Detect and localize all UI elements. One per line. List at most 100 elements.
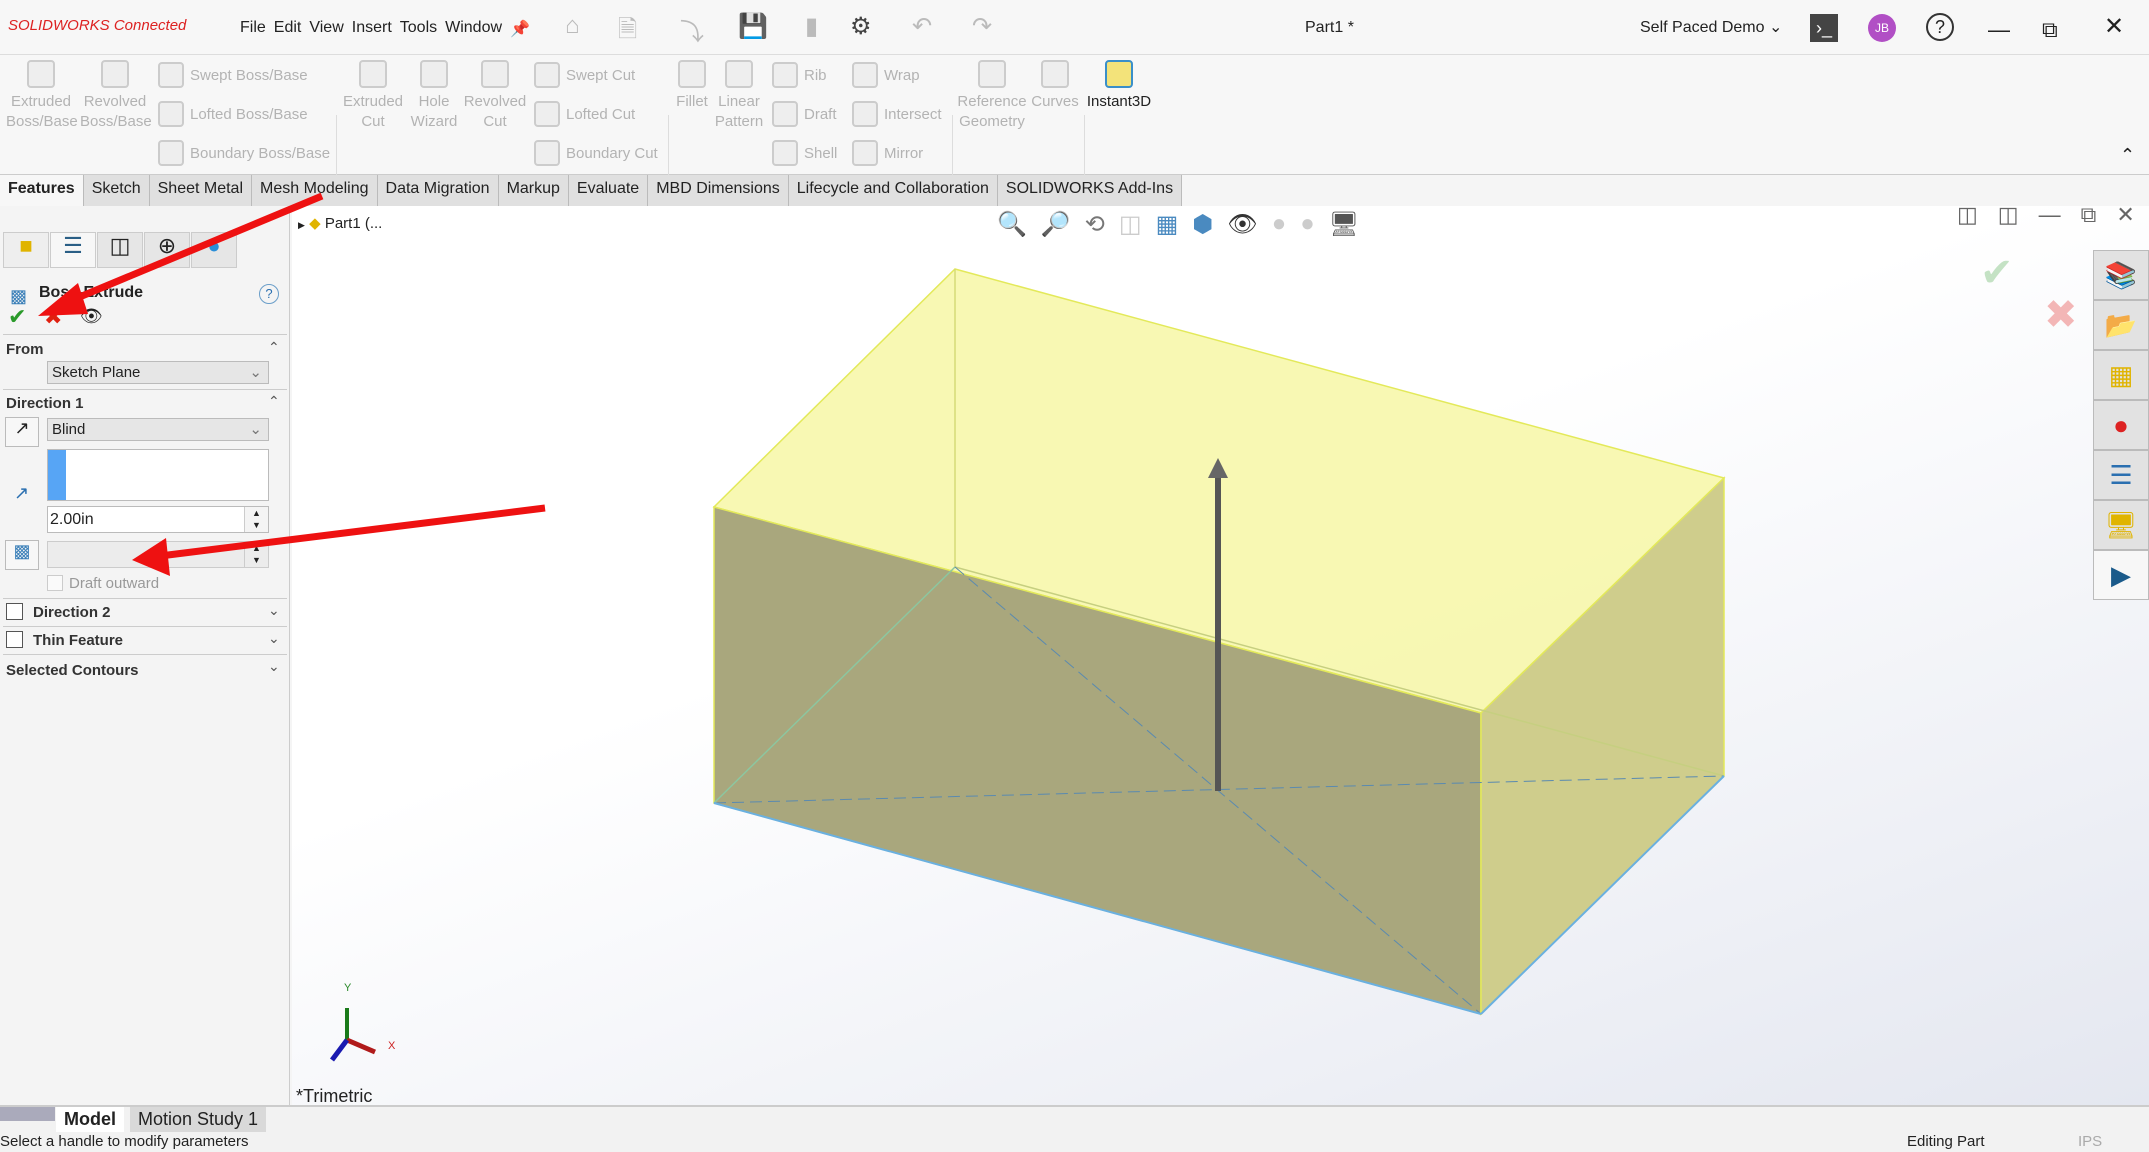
menu-window[interactable]: Window [445, 19, 502, 39]
new-document-icon[interactable]: 🗎 [618, 12, 637, 53]
graphics-area[interactable]: ▶ ◆ Part1 (... 🔍 🔎 ⟲ ◫ ▦ ⬢ 👁 ● ● 🖥 ◫ ◫ —… [292, 202, 2149, 1106]
task-pane-file-explorer-tab[interactable]: ▦ [2093, 350, 2149, 400]
draft-angle-input[interactable]: ▲ ▼ [47, 541, 269, 568]
view-settings-icon[interactable]: 🖥 [1329, 210, 1359, 239]
wrap-button[interactable]: Wrap [852, 62, 920, 88]
collapse-ribbon-icon[interactable]: ⌃ [2120, 145, 2135, 166]
units-selector[interactable]: IPS [2078, 1133, 2102, 1150]
solidworks-logo[interactable]: SOLIDWORKS Connected [8, 17, 186, 34]
reference-geometry-button[interactable]: Reference Geometry [954, 60, 1030, 132]
cancel-x-button[interactable]: ✖ [44, 304, 62, 330]
tab-addins[interactable]: SOLIDWORKS Add-Ins [997, 175, 1183, 206]
user-avatar[interactable]: JB [1868, 14, 1896, 42]
task-pane-3dexperience-tab[interactable]: 📚 [2093, 250, 2149, 300]
zoom-to-fit-icon[interactable]: 🔍 [997, 210, 1027, 239]
extruded-boss-button[interactable]: Extruded Boss/Base [6, 60, 78, 132]
tab-evaluate[interactable]: Evaluate [568, 175, 649, 206]
lofted-cut-button[interactable]: Lofted Cut [534, 101, 635, 127]
chevron-up-icon[interactable]: ⌃ [268, 393, 280, 410]
draft-outward-checkbox[interactable] [47, 575, 63, 591]
section-view-icon[interactable]: ◫ [1119, 210, 1142, 239]
redo-icon[interactable]: ↷ [972, 12, 992, 41]
ok-check-button[interactable]: ✔ [8, 304, 26, 330]
command-search-icon[interactable]: ›_ [1810, 14, 1838, 42]
swept-cut-button[interactable]: Swept Cut [534, 62, 635, 88]
menu-insert[interactable]: Insert [352, 19, 392, 39]
menu-tools[interactable]: Tools [400, 19, 437, 39]
direction2-section-header[interactable]: Direction 2 [33, 604, 111, 621]
draft-button[interactable]: Draft [772, 101, 837, 127]
menu-view[interactable]: View [309, 19, 343, 39]
end-condition-select[interactable]: Blind ⌄ [47, 418, 269, 441]
boundary-cut-button[interactable]: Boundary Cut [534, 140, 658, 166]
revolved-cut-button[interactable]: Revolved Cut [462, 60, 528, 132]
tab-data-migration[interactable]: Data Migration [377, 175, 499, 206]
restore-doc-icon[interactable]: ⧉ [2081, 202, 2097, 228]
feature-manager-tab[interactable]: ■ [3, 232, 49, 268]
task-pane-3d-navigation-tab[interactable]: ▶ [2093, 550, 2149, 600]
display-style-icon[interactable]: ⬢ [1192, 210, 1213, 239]
minimize-doc-icon[interactable]: — [2039, 202, 2061, 228]
tab-markup[interactable]: Markup [498, 175, 569, 206]
tab-motion-study[interactable]: Motion Study 1 [130, 1107, 267, 1132]
curves-button[interactable]: Curves [1030, 60, 1080, 112]
task-pane-design-library-tab[interactable]: 📂 [2093, 300, 2149, 350]
thin-feature-checkbox[interactable] [6, 631, 23, 648]
edit-appearance-icon[interactable]: ● [1272, 210, 1287, 239]
previous-view-icon[interactable]: ⟲ [1085, 210, 1105, 239]
chevron-up-icon[interactable]: ⌃ [268, 339, 280, 356]
thin-feature-section-header[interactable]: Thin Feature [33, 632, 123, 649]
hole-wizard-button[interactable]: Hole Wizard [408, 60, 460, 132]
close-button[interactable]: ✕ [2104, 12, 2124, 41]
draft-spinner[interactable]: ▲ ▼ [244, 542, 268, 567]
direction2-checkbox[interactable] [6, 603, 23, 620]
dimxpert-tab[interactable]: ⊕ [144, 232, 190, 268]
previous-window-icon[interactable]: ◫ [1957, 202, 1978, 228]
pin-icon[interactable]: 📌 [510, 19, 530, 39]
preview-eye-button[interactable]: 👁 [80, 306, 103, 327]
lofted-boss-button[interactable]: Lofted Boss/Base [158, 101, 308, 127]
instant3d-button[interactable]: Instant3D [1084, 60, 1154, 112]
minimize-button[interactable]: — [1988, 17, 2010, 43]
zoom-to-area-icon[interactable]: 🔎 [1041, 210, 1071, 239]
chevron-down-icon[interactable]: ⌄ [268, 602, 280, 619]
shell-button[interactable]: Shell [772, 140, 837, 166]
task-pane-custom-properties-tab[interactable]: ☰ [2093, 450, 2149, 500]
intersect-button[interactable]: Intersect [852, 101, 942, 127]
help-icon[interactable]: ? [259, 284, 279, 304]
confirm-corner-ok-icon[interactable]: ✔ [1980, 250, 2014, 296]
close-doc-icon[interactable]: ✕ [2116, 202, 2134, 228]
display-manager-tab[interactable]: ● [191, 232, 237, 268]
feature-tree-flyout[interactable]: ▶ ◆ Part1 (... [298, 214, 382, 232]
view-orientation-icon[interactable]: ▦ [1156, 210, 1179, 239]
next-window-icon[interactable]: ◫ [1998, 202, 2019, 228]
tab-sketch[interactable]: Sketch [83, 175, 150, 206]
mirror-button[interactable]: Mirror [852, 140, 923, 166]
menu-file[interactable]: File [240, 19, 266, 39]
selected-contours-section-header[interactable]: Selected Contours [6, 662, 139, 679]
chevron-down-icon[interactable]: ⌄ [268, 658, 280, 675]
from-section-header[interactable]: From [6, 341, 44, 358]
workspace-selector[interactable]: Self Paced Demo ⌄ [1640, 17, 1782, 37]
fillet-button[interactable]: Fillet [672, 60, 712, 112]
tab-lifecycle[interactable]: Lifecycle and Collaboration [788, 175, 998, 206]
linear-pattern-button[interactable]: Linear Pattern [714, 60, 764, 132]
boundary-boss-button[interactable]: Boundary Boss/Base [158, 140, 330, 166]
direction-reference-list[interactable] [47, 449, 269, 501]
depth-spinner[interactable]: ▲ ▼ [244, 507, 268, 532]
swept-boss-button[interactable]: Swept Boss/Base [158, 62, 308, 88]
apply-scene-icon[interactable]: ● [1300, 210, 1315, 239]
reverse-direction-button[interactable]: ↗ [5, 417, 39, 447]
tab-mbd-dimensions[interactable]: MBD Dimensions [648, 175, 789, 206]
revolved-boss-button[interactable]: Revolved Boss/Base [80, 60, 152, 132]
task-pane-forum-tab[interactable]: 🖥 [2093, 500, 2149, 550]
print-icon[interactable]: ▮ [805, 12, 818, 41]
property-manager-tab[interactable]: ☰ [50, 232, 96, 268]
help-icon[interactable]: ? [1926, 13, 1954, 41]
hide-show-items-icon[interactable]: 👁 [1227, 210, 1257, 239]
tab-mesh-modeling[interactable]: Mesh Modeling [252, 175, 378, 206]
rib-button[interactable]: Rib [772, 62, 827, 88]
from-select[interactable]: Sketch Plane ⌄ [47, 361, 269, 384]
restore-button[interactable]: ⧉ [2042, 17, 2058, 43]
open-icon[interactable]: ⤵ [680, 12, 704, 47]
